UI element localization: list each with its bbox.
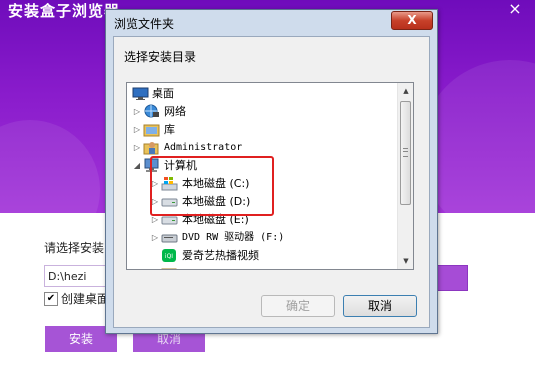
expand-arrow-icon[interactable]: ▷ [132, 121, 142, 139]
folder-tree[interactable]: 桌面 ▷ 网络 ▷ 库 ▷ Administrator ◢ 计算机 ▷ 本地磁盘… [126, 82, 414, 270]
tree-item-label: 计算机 [164, 159, 197, 172]
tree-item-label: Administrator [164, 142, 243, 153]
tree-item-label: DVD RW 驱动器 (F:) [182, 232, 285, 243]
dvd-drive-icon [161, 230, 178, 245]
tree-item-label: 20201208 [182, 265, 238, 269]
dialog-title: 浏览文件夹 [114, 17, 175, 31]
tree-item-network[interactable]: ▷ 网络 [132, 103, 392, 121]
tree-item-label: 桌面 [152, 87, 174, 100]
installer-close-icon[interactable]: × [498, 0, 532, 18]
scroll-thumb[interactable] [400, 101, 411, 205]
tree-item-desktop[interactable]: 桌面 [132, 85, 392, 103]
dialog-body: 选择安装目录 桌面 ▷ 网络 ▷ 库 ▷ Administrator ◢ 计算机… [113, 36, 430, 328]
tree-item-label: 爱奇艺热播视频 [182, 249, 259, 262]
folder-icon [161, 266, 178, 269]
desktop-shortcut-label: 创建桌面 [61, 292, 110, 306]
library-icon [143, 122, 160, 137]
dialog-prompt: 选择安装目录 [124, 50, 197, 64]
expand-arrow-icon[interactable]: ▷ [132, 103, 142, 121]
tree-scrollbar[interactable]: ▲ ▼ [397, 83, 413, 269]
tree-item-folder[interactable]: 20201208 [150, 265, 390, 269]
tree-item-label: 库 [164, 123, 175, 136]
tree-item-drive-d[interactable]: ▷ 本地磁盘 (D:) [150, 193, 390, 211]
hard-drive-icon [161, 194, 178, 209]
computer-icon [143, 158, 160, 173]
tree-item-drive-e[interactable]: ▷ 本地磁盘 (E:) [150, 211, 390, 229]
expand-arrow-icon[interactable]: ▷ [150, 229, 160, 247]
tree-item-administrator[interactable]: ▷ Administrator [132, 139, 392, 157]
expand-arrow-icon[interactable]: ▷ [132, 139, 142, 157]
install-dir-input[interactable]: D:\hezi [44, 265, 107, 287]
thumb-grip-icon [403, 148, 408, 157]
scroll-down-icon[interactable]: ▼ [399, 253, 413, 269]
tree-item-label: 本地磁盘 (E:) [182, 213, 249, 226]
ok-button[interactable]: 确定 [261, 295, 335, 317]
close-icon[interactable]: X [391, 11, 433, 30]
desktop-icon [132, 86, 149, 101]
iqiyi-icon: iQI [161, 248, 178, 263]
user-folder-icon [143, 140, 160, 155]
dialog-titlebar[interactable]: 浏览文件夹 X [106, 10, 437, 36]
expand-arrow-icon[interactable]: ▷ [150, 193, 160, 211]
network-icon [143, 104, 160, 119]
svg-text:iQI: iQI [165, 253, 173, 260]
windows-drive-icon [161, 176, 178, 191]
tree-item-label: 网络 [164, 105, 186, 118]
scroll-up-icon[interactable]: ▲ [399, 83, 413, 99]
cancel-button[interactable]: 取消 [343, 295, 417, 317]
hard-drive-icon [161, 212, 178, 227]
tree-item-label: 本地磁盘 (C:) [182, 177, 250, 190]
installer-title: 安装盒子浏览器 [8, 2, 121, 20]
install-dir-label: 请选择安装 [44, 241, 105, 255]
tree-item-iqiyi[interactable]: iQI 爱奇艺热播视频 [150, 247, 390, 265]
tree-item-label: 本地磁盘 (D:) [182, 195, 251, 208]
tree-item-drive-f[interactable]: ▷ DVD RW 驱动器 (F:) [150, 229, 390, 247]
expand-arrow-icon[interactable]: ▷ [150, 175, 160, 193]
tree-item-drive-c[interactable]: ▷ 本地磁盘 (C:) [150, 175, 390, 193]
desktop-shortcut-checkbox[interactable]: ✔ [44, 292, 58, 306]
collapse-arrow-icon[interactable]: ◢ [132, 157, 142, 175]
tree-item-library[interactable]: ▷ 库 [132, 121, 392, 139]
browse-folder-dialog: 浏览文件夹 X 选择安装目录 桌面 ▷ 网络 ▷ 库 ▷ Administrat… [105, 9, 438, 334]
expand-arrow-icon[interactable]: ▷ [150, 211, 160, 229]
header-decoration [0, 120, 100, 213]
tree-item-computer[interactable]: ◢ 计算机 [132, 157, 392, 175]
